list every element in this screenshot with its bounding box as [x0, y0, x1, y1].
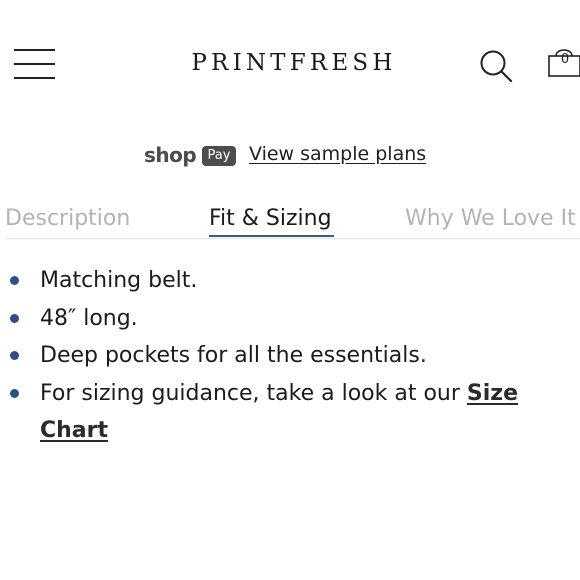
search-icon: [480, 50, 513, 83]
menu-line: [14, 49, 55, 51]
cart-count: 0: [560, 52, 570, 67]
pay-badge: Pay: [202, 146, 236, 166]
active-tab-underline: [209, 235, 334, 237]
sizing-guidance-text: For sizing guidance, take a look at our: [40, 380, 467, 406]
shop-pay-logo: shop: [144, 143, 197, 167]
search-button[interactable]: [478, 48, 514, 84]
menu-button[interactable]: [14, 48, 56, 82]
list-item: Deep pockets for all the essentials.: [10, 337, 570, 375]
tab-why-we-love-it[interactable]: Why We Love It: [405, 205, 576, 233]
tab-divider: [6, 238, 580, 239]
list-item: 48″ long.: [10, 300, 570, 338]
tab-description[interactable]: Description: [5, 205, 130, 233]
list-item: For sizing guidance, take a look at our …: [10, 375, 570, 450]
brand-logo[interactable]: PRINTFRESH: [180, 50, 408, 76]
list-item: Matching belt.: [10, 262, 570, 300]
menu-line: [14, 63, 55, 65]
menu-line: [14, 77, 55, 79]
fit-sizing-list: Matching belt. 48″ long. Deep pockets fo…: [10, 262, 570, 450]
view-sample-plans-link[interactable]: View sample plans: [249, 143, 426, 165]
tab-fit-sizing[interactable]: Fit & Sizing: [209, 205, 332, 233]
